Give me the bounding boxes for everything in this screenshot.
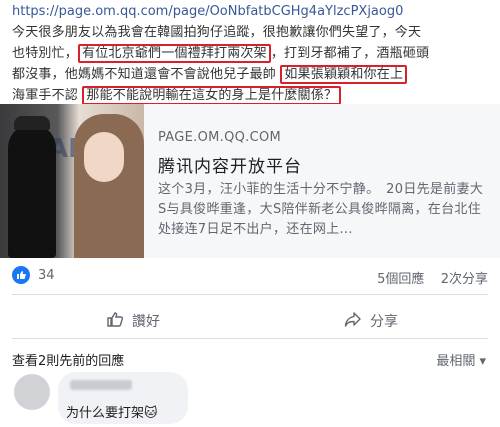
share-count[interactable]: 2次分享 (441, 272, 488, 287)
like-label: 讚好 (132, 314, 160, 330)
post-url[interactable]: https://page.om.qq.com/page/OoNbfatbCGHg… (12, 4, 403, 19)
link-preview-card[interactable]: AIS PAGE.OM.QQ.COM 腾讯内容开放平台 这个3月，汪小菲的生活十… (0, 104, 500, 258)
highlight-box: 如果張穎穎和你在上 (280, 65, 408, 84)
link-description: 这个3月，汪小菲的生活十分不宁静。 20日先是前妻大S与具俊晔重逢，大S陪伴新老… (158, 182, 484, 237)
post-body: 今天很多朋友以為我會在韓國拍狗仔追蹤，很抱歉讓你們失望了，今天 也特別忙， 有位北… (12, 22, 488, 106)
sort-label: 最相關 (436, 354, 476, 369)
chevron-down-icon: ▾ (479, 354, 486, 369)
like-button[interactable]: 讚好 (106, 310, 160, 332)
reaction-summary[interactable]: 34 (12, 266, 55, 284)
avatar[interactable] (14, 374, 50, 410)
post-line: 海軍手不認 (12, 88, 79, 103)
comment-count[interactable]: 5個回應 (377, 272, 424, 287)
reaction-count: 34 (38, 267, 55, 283)
view-previous-replies[interactable]: 查看2則先前的回應 (12, 350, 124, 369)
engagement-counts: 5個回應 2次分享 (377, 268, 488, 287)
link-title[interactable]: 腾讯内容开放平台 (158, 152, 302, 177)
comment-body: 为什么要打架 (66, 406, 145, 421)
share-button[interactable]: 分享 (344, 310, 398, 332)
divider (12, 294, 488, 295)
comment-text: 为什么要打架🐱 (66, 402, 158, 421)
thumbs-up-icon (12, 266, 30, 284)
thumbs-up-outline-icon (106, 310, 124, 332)
post-line: 今天很多朋友以為我會在韓國拍狗仔追蹤，很抱歉讓你們失望了，今天 (12, 25, 422, 40)
share-label: 分享 (370, 314, 398, 330)
post-line: 都沒事，他媽媽不知道還會不會說他兒子最帥 (12, 67, 277, 82)
share-arrow-icon (344, 310, 362, 332)
divider (12, 338, 488, 339)
highlight-box: 有位北京爺們一個禮拜打兩次架 (78, 44, 271, 63)
sort-dropdown[interactable]: 最相關 ▾ (436, 350, 486, 369)
link-preview-image[interactable]: AIS (0, 104, 144, 258)
commenter-name-redacted (70, 380, 132, 390)
post-line: 也特別忙， (12, 46, 79, 61)
cat-emoji-icon: 🐱 (144, 406, 158, 421)
link-domain: PAGE.OM.QQ.COM (158, 130, 281, 145)
highlight-box: 那能不能說明輸在這女的身上是什麼關係？ (82, 86, 342, 105)
post-line: ，打到牙都補了，酒瓶砸頭 (270, 46, 430, 61)
